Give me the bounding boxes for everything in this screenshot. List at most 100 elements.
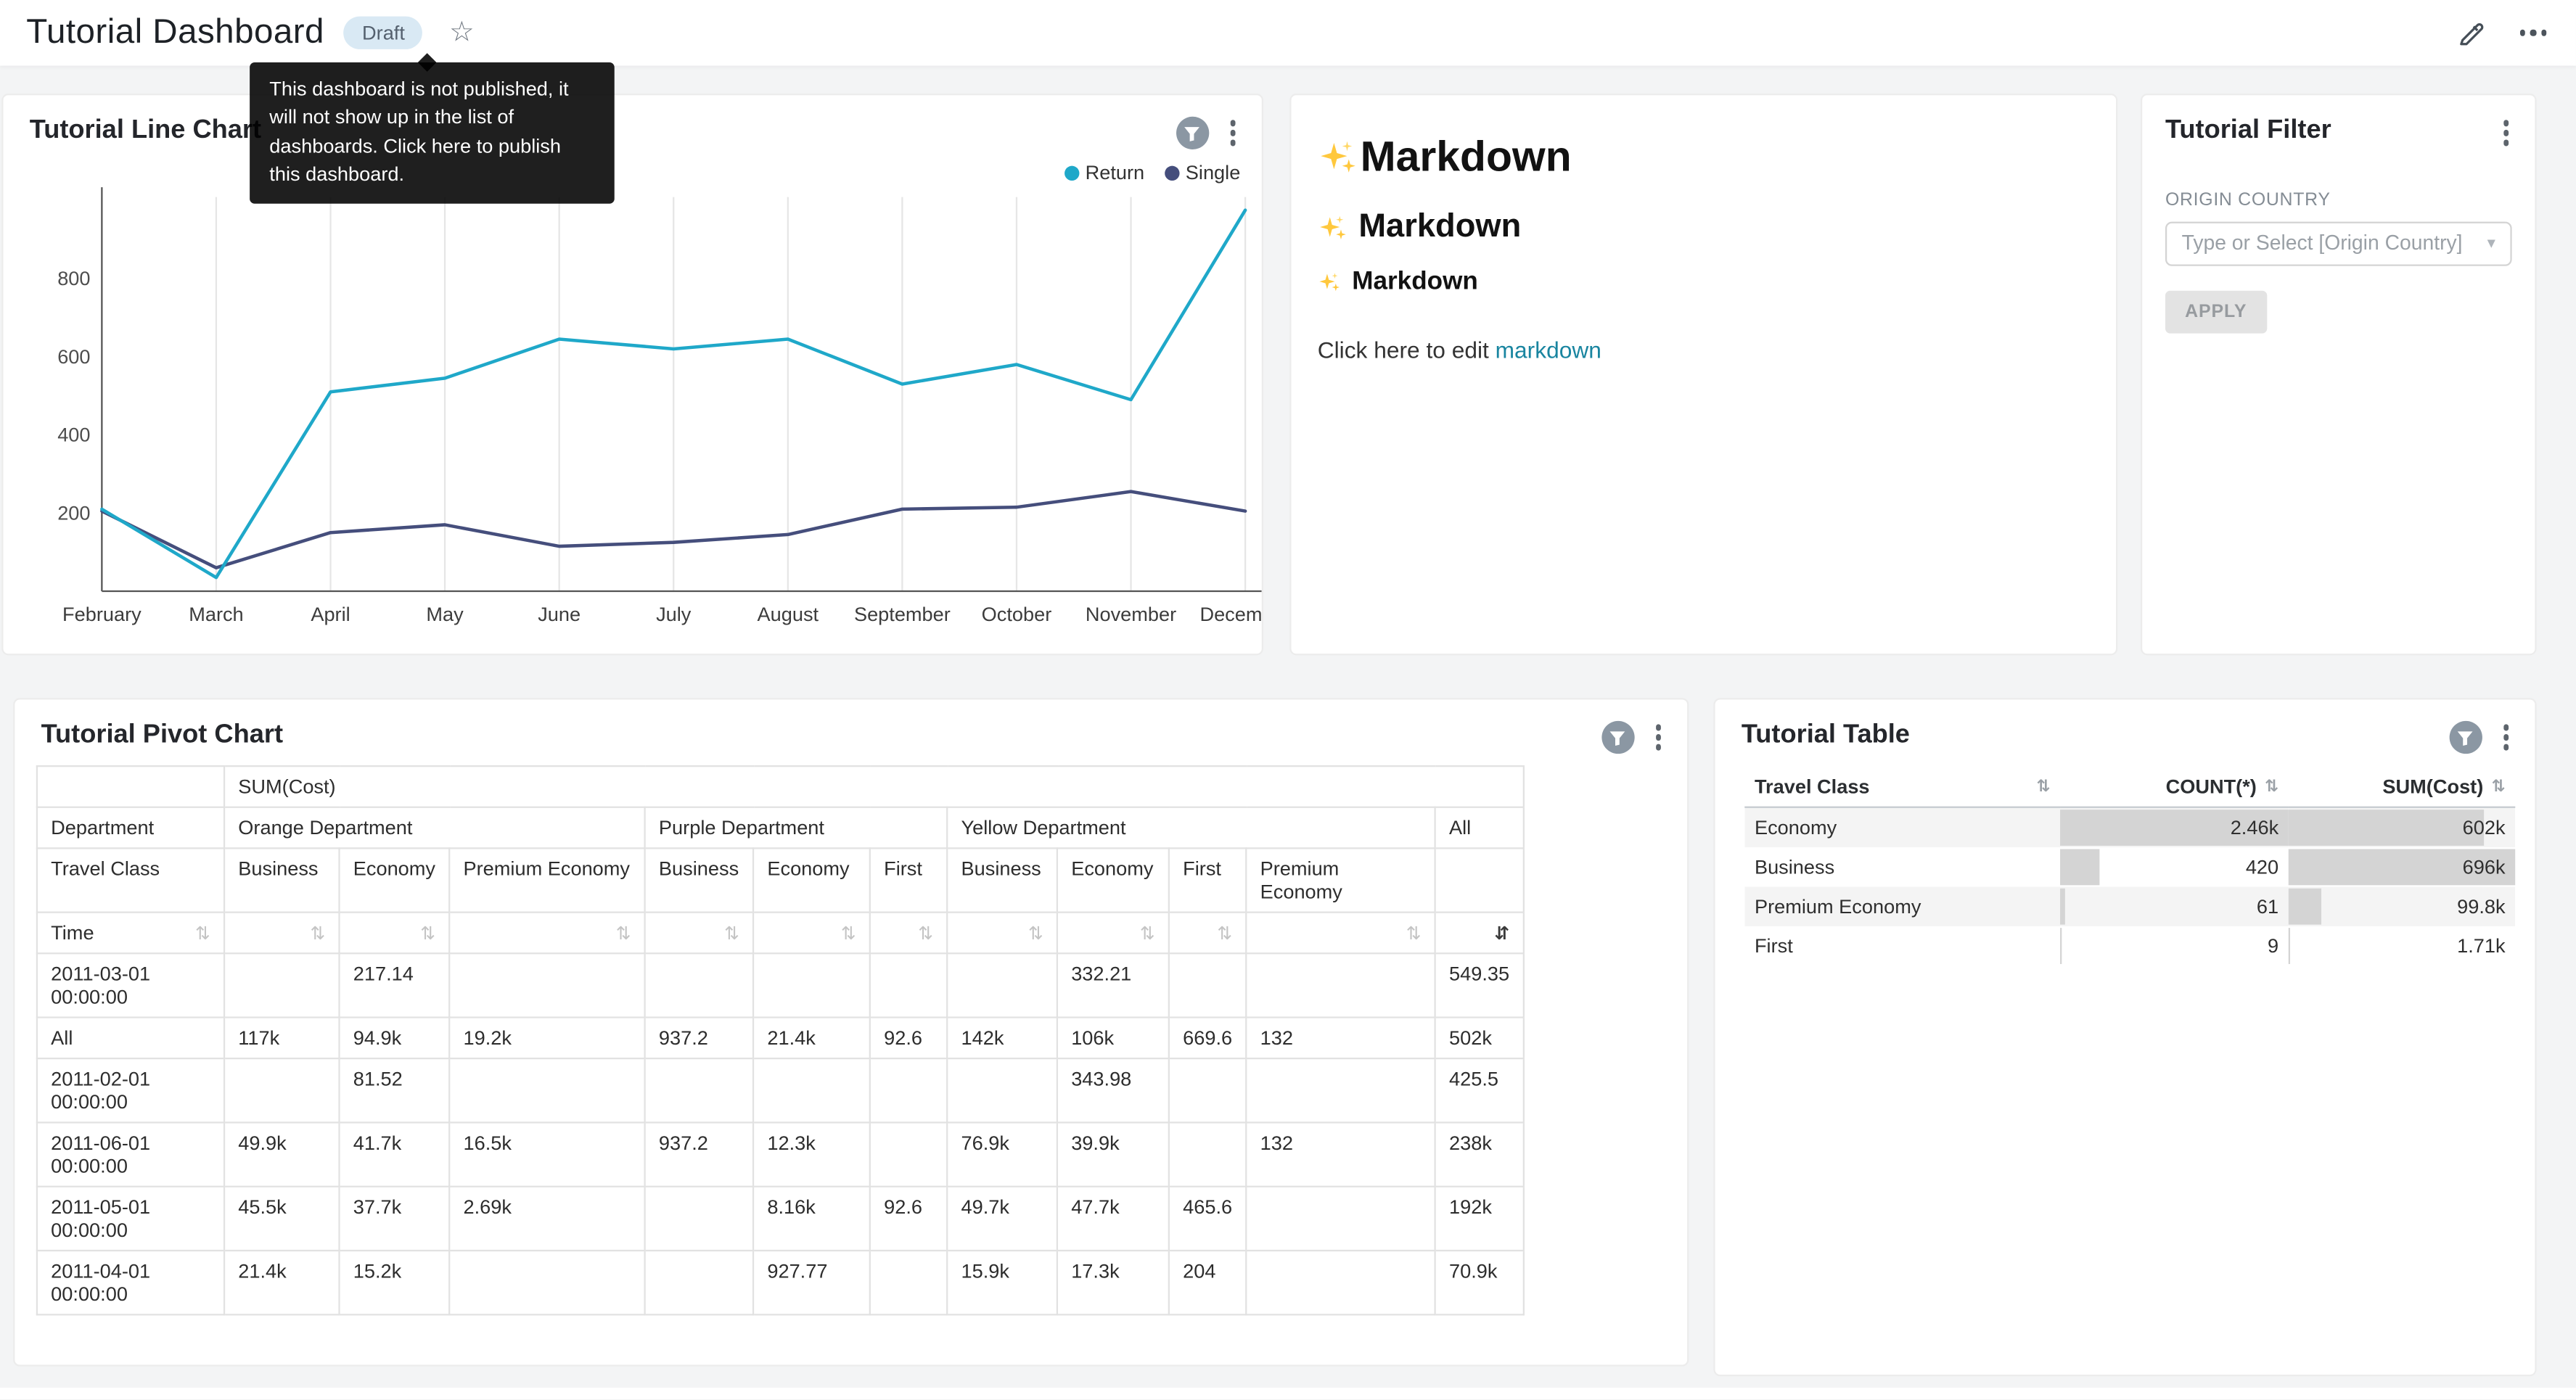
- cell-sum: 1.71k: [2289, 926, 2515, 965]
- pivot-sort-cell[interactable]: ⇅: [340, 913, 450, 954]
- pivot-class-header[interactable]: First: [1169, 848, 1246, 912]
- filter-indicator-icon[interactable]: [1176, 117, 1208, 149]
- pivot-value-cell: [870, 1058, 947, 1122]
- favorite-star-icon[interactable]: ☆: [449, 17, 475, 49]
- pivot-class-header[interactable]: First: [870, 848, 947, 912]
- pivot-group-header[interactable]: All: [1435, 807, 1524, 849]
- pivot-sort-cell[interactable]: ⇅: [224, 913, 339, 954]
- pivot-class-header[interactable]: Economy: [753, 848, 870, 912]
- next-row-card-edge: [0, 1388, 2576, 1399]
- table-col-header-sum-cost-[interactable]: SUM(Cost)⇅: [2289, 767, 2515, 807]
- pivot-value-cell: [645, 953, 753, 1017]
- x-tick-label: April: [311, 603, 350, 625]
- cell-count: 61: [2060, 887, 2289, 926]
- cell-value: 61: [2257, 895, 2278, 918]
- pivot-class-header[interactable]: Economy: [1057, 848, 1169, 912]
- pivot-metric-header: SUM(Cost): [224, 766, 1523, 807]
- legend-item-single[interactable]: Single: [1164, 161, 1240, 184]
- sort-icon: ⇅: [1140, 924, 1155, 942]
- pivot-class-header[interactable]: [1435, 848, 1524, 912]
- pivot-class-header[interactable]: Business: [645, 848, 753, 912]
- pivot-chart-card: Tutorial Pivot Chart SUM(Cost)Department…: [13, 698, 1689, 1366]
- pivot-class-header[interactable]: Premium Economy: [1246, 848, 1435, 912]
- pivot-class-header[interactable]: Premium Economy: [449, 848, 644, 912]
- value-bar: [2060, 889, 2066, 925]
- pivot-value-cell: 192k: [1435, 1187, 1524, 1251]
- cell-value: 602k: [2463, 816, 2506, 839]
- chevron-down-icon: ▾: [2487, 234, 2495, 252]
- publish-tooltip[interactable]: This dashboard is not published, it will…: [250, 62, 615, 203]
- pivot-value-cell: 669.6: [1169, 1018, 1246, 1059]
- pivot-value-cell: 19.2k: [449, 1018, 644, 1059]
- pivot-value-cell: [947, 953, 1057, 1017]
- filter-indicator-icon[interactable]: [2448, 721, 2481, 754]
- chart-menu-icon[interactable]: [1649, 721, 1668, 753]
- pivot-row-label: All: [37, 1018, 224, 1059]
- pivot-value-cell: [449, 953, 644, 1017]
- cell-travel-class: First: [1744, 926, 2060, 965]
- value-bar: [2289, 810, 2485, 846]
- pivot-class-header[interactable]: Business: [947, 848, 1057, 912]
- edit-pencil-icon[interactable]: [2456, 17, 2487, 49]
- draft-badge[interactable]: Draft: [344, 17, 423, 49]
- table-row[interactable]: Business420696k: [1744, 847, 2515, 886]
- y-tick-label: 600: [57, 345, 90, 368]
- table-row[interactable]: Premium Economy6199.8k: [1744, 887, 2515, 926]
- pivot-card-actions: [1601, 721, 1668, 754]
- pivot-sort-cell[interactable]: ⇅: [753, 913, 870, 954]
- pivot-value-cell: [1246, 953, 1435, 1017]
- filter-card-actions: [2496, 117, 2515, 149]
- table-col-header-count-[interactable]: COUNT(*)⇅: [2060, 767, 2289, 807]
- pivot-sort-cell[interactable]: ⇅: [1169, 913, 1246, 954]
- cell-value: 99.8k: [2457, 895, 2505, 918]
- pivot-sort-cell[interactable]: ⇅: [1246, 913, 1435, 954]
- legend-label: Return: [1086, 161, 1145, 184]
- pivot-sort-cell[interactable]: ⇵: [1435, 913, 1524, 954]
- heading-text: Markdown: [1361, 131, 1572, 182]
- pivot-value-cell: 81.52: [340, 1058, 450, 1122]
- cell-value: 1.71k: [2457, 934, 2505, 958]
- chart-menu-icon[interactable]: [1223, 117, 1242, 149]
- pivot-sort-cell[interactable]: ⇅: [1057, 913, 1169, 954]
- pivot-table: SUM(Cost)DepartmentOrange DepartmentPurp…: [36, 765, 1525, 1315]
- pivot-group-header[interactable]: Purple Department: [645, 807, 948, 849]
- legend-item-return[interactable]: Return: [1064, 161, 1144, 184]
- apply-button[interactable]: APPLY: [2165, 290, 2267, 333]
- pivot-group-header[interactable]: Yellow Department: [947, 807, 1435, 849]
- table-col-header-travel-class[interactable]: Travel Class⇅: [1744, 767, 2060, 807]
- table-row[interactable]: First 9 1.71k: [1744, 926, 2515, 965]
- pivot-value-cell: [870, 953, 947, 1017]
- pivot-value-cell: 132: [1246, 1122, 1435, 1186]
- pivot-value-cell: [1246, 1058, 1435, 1122]
- pivot-group-header[interactable]: Orange Department: [224, 807, 645, 849]
- pivot-value-cell: 142k: [947, 1018, 1057, 1059]
- pivot-value-cell: 937.2: [645, 1122, 753, 1186]
- pivot-time-sort-cell[interactable]: Time⇅: [37, 913, 224, 954]
- pivot-data-row: 2011-06-01 00:00:0049.9k41.7k16.5k937.21…: [37, 1122, 1523, 1186]
- origin-country-select[interactable]: Type or Select [Origin Country] ▾: [2165, 221, 2512, 265]
- filter-indicator-icon[interactable]: [1601, 721, 1633, 754]
- line-chart[interactable]: 200400600800FebruaryMarchAprilMayJuneJul…: [4, 174, 1262, 642]
- sort-icon: ⇅: [1028, 924, 1043, 942]
- pivot-corner-cell: [37, 766, 224, 807]
- pivot-value-cell: 15.2k: [340, 1251, 450, 1314]
- pivot-class-header[interactable]: Business: [224, 848, 339, 912]
- pivot-sort-cell[interactable]: ⇅: [645, 913, 753, 954]
- markdown-edit-link[interactable]: markdown: [1496, 337, 1601, 363]
- pivot-sort-cell[interactable]: ⇅: [870, 913, 947, 954]
- pivot-card-header: Tutorial Pivot Chart: [15, 699, 1687, 754]
- filter-menu-icon[interactable]: [2496, 117, 2515, 149]
- pivot-value-cell: [870, 1122, 947, 1186]
- chart-menu-icon[interactable]: [2496, 721, 2515, 753]
- cell-value: 9: [2268, 934, 2278, 958]
- x-tick-label: May: [426, 603, 464, 625]
- sort-icon: ⇅: [724, 924, 739, 942]
- pivot-sort-cell[interactable]: ⇅: [449, 913, 644, 954]
- col-header-label: Travel Class: [1755, 775, 1870, 799]
- table-row[interactable]: Economy2.46k602k: [1744, 807, 2515, 847]
- select-placeholder: Type or Select [Origin Country]: [2182, 231, 2487, 255]
- pivot-class-header[interactable]: Economy: [340, 848, 450, 912]
- pivot-sort-cell[interactable]: ⇅: [947, 913, 1057, 954]
- pivot-row-label: 2011-06-01 00:00:00: [37, 1122, 224, 1186]
- more-options-icon[interactable]: [2519, 30, 2546, 36]
